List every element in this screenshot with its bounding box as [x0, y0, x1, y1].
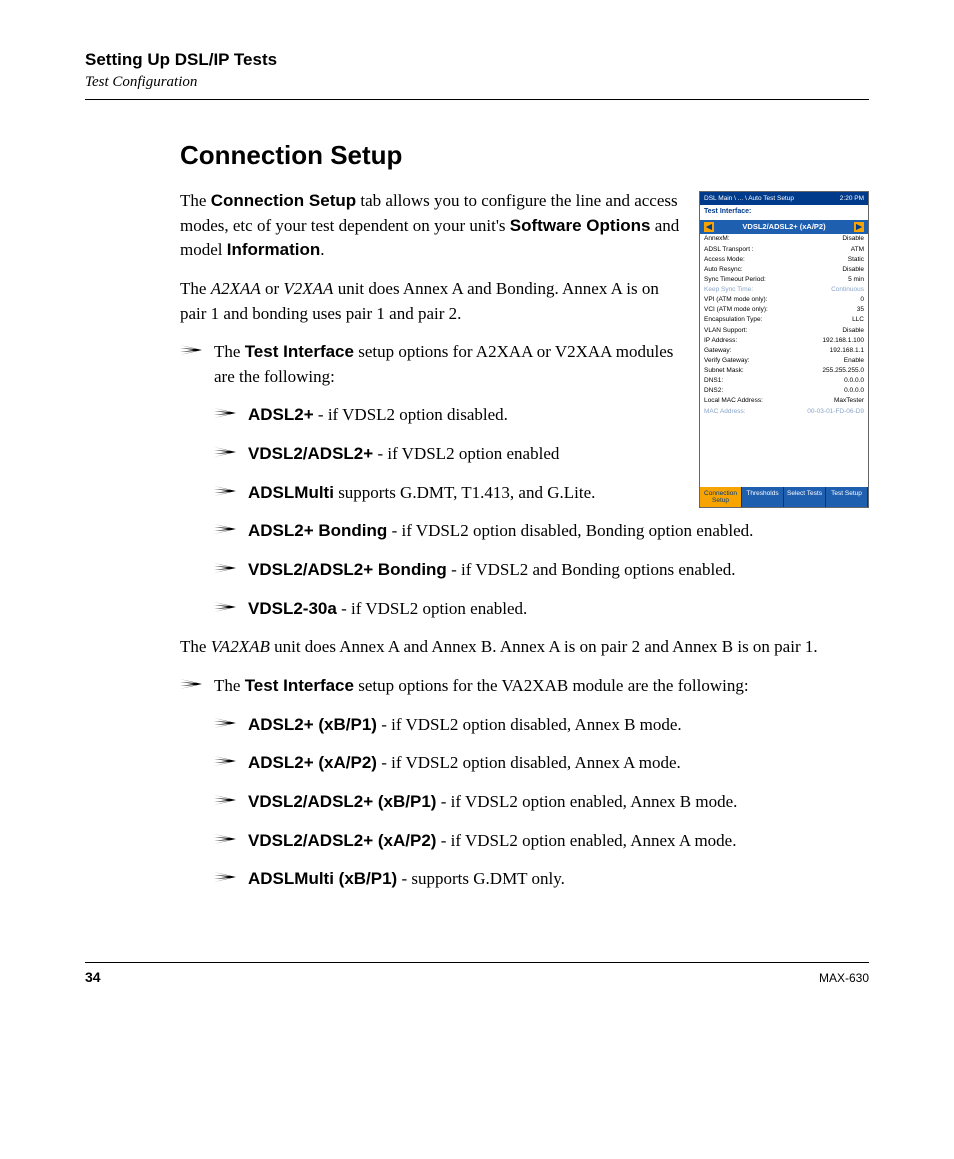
arrow-bullet-icon [214, 793, 236, 807]
fig-interface-select[interactable]: ◀ VDSL2/ADSL2+ (xA/P2) ▶ [700, 220, 868, 235]
fig-config-row[interactable]: Encapsulation Type:LLC [700, 315, 868, 325]
arrow-bullet-icon [180, 343, 202, 357]
arrow-bullet-icon [214, 832, 236, 846]
fig-breadcrumb: DSL Main \ ... \ Auto Test Setup [704, 194, 794, 203]
list-item: ADSL2+ (xA/P2) - if VDSL2 option disable… [214, 751, 869, 776]
list1-intro: The Test Interface setup options for A2X… [180, 340, 869, 389]
fig-interface-label: Test Interface: [700, 205, 868, 219]
arrow-bullet-icon [214, 600, 236, 614]
fig-selected-value: VDSL2/ADSL2+ (xA/P2) [742, 222, 825, 233]
arrow-bullet-icon [214, 754, 236, 768]
fig-time: 2:20 PM [840, 194, 864, 203]
arrow-bullet-icon [214, 522, 236, 536]
arrow-bullet-icon [214, 870, 236, 884]
fig-config-row[interactable]: AnnexM:Disable [700, 234, 868, 244]
list-item: VDSL2-30a - if VDSL2 option enabled. [214, 597, 869, 622]
arrow-bullet-icon [214, 561, 236, 575]
fig-config-row[interactable]: Auto Resync:Disable [700, 265, 868, 275]
list-item: ADSLMulti (xB/P1) - supports G.DMT only. [214, 867, 869, 892]
arrow-bullet-icon [214, 484, 236, 498]
page-number: 34 [85, 969, 101, 985]
arrow-bullet-icon [214, 406, 236, 420]
paragraph-mid: The VA2XAB unit does Annex A and Annex B… [180, 635, 869, 660]
list-item: VDSL2/ADSL2+ (xB/P1) - if VDSL2 option e… [214, 790, 869, 815]
page-footer: 34 MAX-630 [85, 962, 869, 985]
list-item: VDSL2/ADSL2+ (xA/P2) - if VDSL2 option e… [214, 829, 869, 854]
list-item: ADSL2+ - if VDSL2 option disabled. [214, 403, 869, 428]
fig-config-row[interactable]: Keep Sync Time:Continuous [700, 285, 868, 295]
chevron-right-icon[interactable]: ▶ [854, 222, 864, 233]
list-item: VDSL2/ADSL2+ - if VDSL2 option enabled [214, 442, 869, 467]
fig-config-row[interactable]: VLAN Support:Disable [700, 326, 868, 336]
list-item: ADSL2+ (xB/P1) - if VDSL2 option disable… [214, 713, 869, 738]
model-number: MAX-630 [819, 971, 869, 985]
fig-config-row[interactable]: Sync Timeout Period:5 min [700, 275, 868, 285]
arrow-bullet-icon [214, 716, 236, 730]
body-content: DSL Main \ ... \ Auto Test Setup 2:20 PM… [85, 189, 869, 892]
section-title: Connection Setup [85, 140, 869, 171]
list-item: ADSL2+ Bonding - if VDSL2 option disable… [214, 519, 869, 544]
fig-config-row[interactable]: VPI (ATM mode only):0 [700, 295, 868, 305]
fig-config-row[interactable]: ADSL Transport :ATM [700, 245, 868, 255]
arrow-bullet-icon [180, 677, 202, 691]
chapter-subtitle: Test Configuration [85, 74, 869, 91]
fig-titlebar: DSL Main \ ... \ Auto Test Setup 2:20 PM [700, 192, 868, 205]
list2-intro: The Test Interface setup options for the… [180, 674, 869, 699]
fig-config-row[interactable]: Access Mode:Static [700, 255, 868, 265]
header-rule [85, 99, 869, 100]
chevron-left-icon[interactable]: ◀ [704, 222, 714, 233]
arrow-bullet-icon [214, 445, 236, 459]
list-item: ADSLMulti supports G.DMT, T1.413, and G.… [214, 481, 869, 506]
fig-config-row[interactable]: VCI (ATM mode only):35 [700, 305, 868, 315]
list-item: VDSL2/ADSL2+ Bonding - if VDSL2 and Bond… [214, 558, 869, 583]
chapter-title: Setting Up DSL/IP Tests [85, 50, 869, 70]
